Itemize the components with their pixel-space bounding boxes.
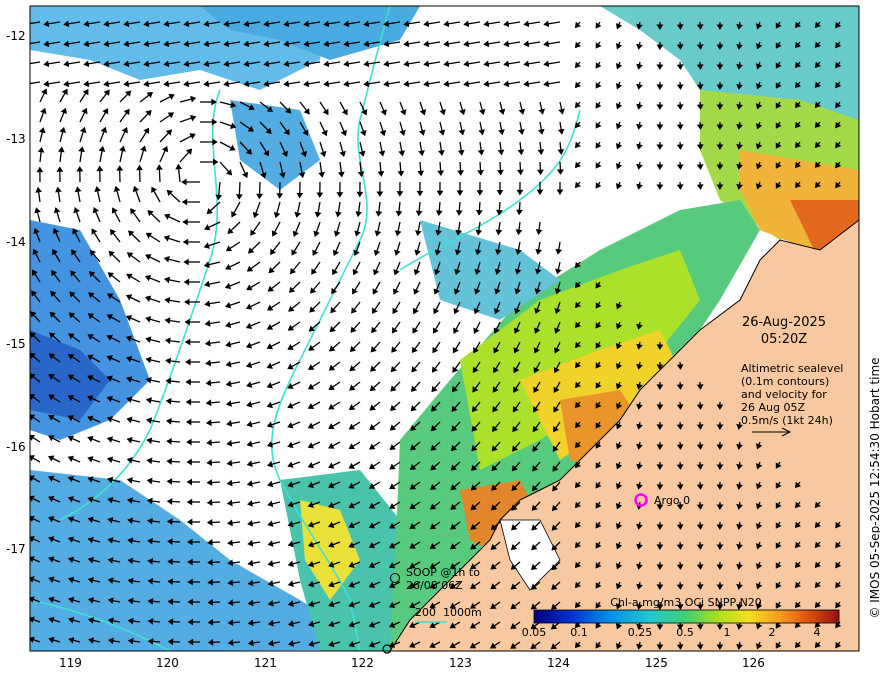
colorbar-tick: 0.05 — [522, 626, 547, 639]
legend-line: and velocity for — [741, 388, 827, 401]
legend-line: 26 Aug 05Z — [741, 401, 805, 414]
credit-text: © IMOS 05-Sep-2025 12:54:30 Hobart time — [868, 357, 880, 618]
map-time: 05:20Z — [761, 332, 807, 347]
lon-tick: 122 — [351, 656, 374, 670]
lat-tick: -13 — [6, 132, 26, 146]
lat-tick: -15 — [6, 337, 26, 351]
colorbar-title: Chl-a mg/m3 OCi SNPP N20 — [610, 596, 762, 609]
lat-tick: -14 — [6, 235, 26, 249]
lat-tick: -12 — [6, 29, 26, 43]
soop-label-line: SOOP @1h to — [406, 566, 480, 579]
colorbar-tick: 2 — [769, 626, 776, 639]
longitude-axis: 119 120 121 122 123 124 125 126 — [59, 656, 765, 670]
soop-label-line: 26/08 06Z — [406, 579, 463, 592]
lon-tick: 123 — [449, 656, 472, 670]
velocity-arrowhead — [24, 61, 28, 66]
lon-tick: 125 — [645, 656, 668, 670]
depth-contour-label: 200 1000m — [415, 606, 482, 619]
colorbar-tick: 0.5 — [676, 626, 694, 639]
lon-tick: 120 — [156, 656, 179, 670]
lon-tick: 119 — [59, 656, 82, 670]
legend-line: Altimetric sealevel — [741, 362, 843, 375]
colorbar-tick: 1 — [724, 626, 731, 639]
colorbar-tick: 4 — [814, 626, 821, 639]
velocity-arrowhead — [24, 21, 28, 26]
lat-tick: -16 — [6, 440, 26, 454]
velocity-arrowhead — [24, 81, 28, 86]
lon-tick: 121 — [254, 656, 277, 670]
legend-line: (0.1m contours) — [741, 375, 829, 388]
colorbar-gradient — [533, 609, 840, 624]
latitude-axis: -12 -13 -14 -15 -16 -17 — [6, 29, 26, 556]
colorbar-tick: 0.25 — [628, 626, 653, 639]
lon-tick: 124 — [547, 656, 570, 670]
lon-tick: 126 — [742, 656, 765, 670]
argo-label: Argo 0 — [654, 494, 690, 507]
map-date: 26-Aug-2025 — [742, 315, 826, 330]
colorbar-tick: 0.1 — [570, 626, 588, 639]
legend-line: 0.5m/s (1kt 24h) — [741, 414, 833, 427]
chlorophyll-map: -12 -13 -14 -15 -16 -17 119 120 121 122 … — [6, 5, 880, 670]
lat-tick: -17 — [6, 542, 26, 556]
